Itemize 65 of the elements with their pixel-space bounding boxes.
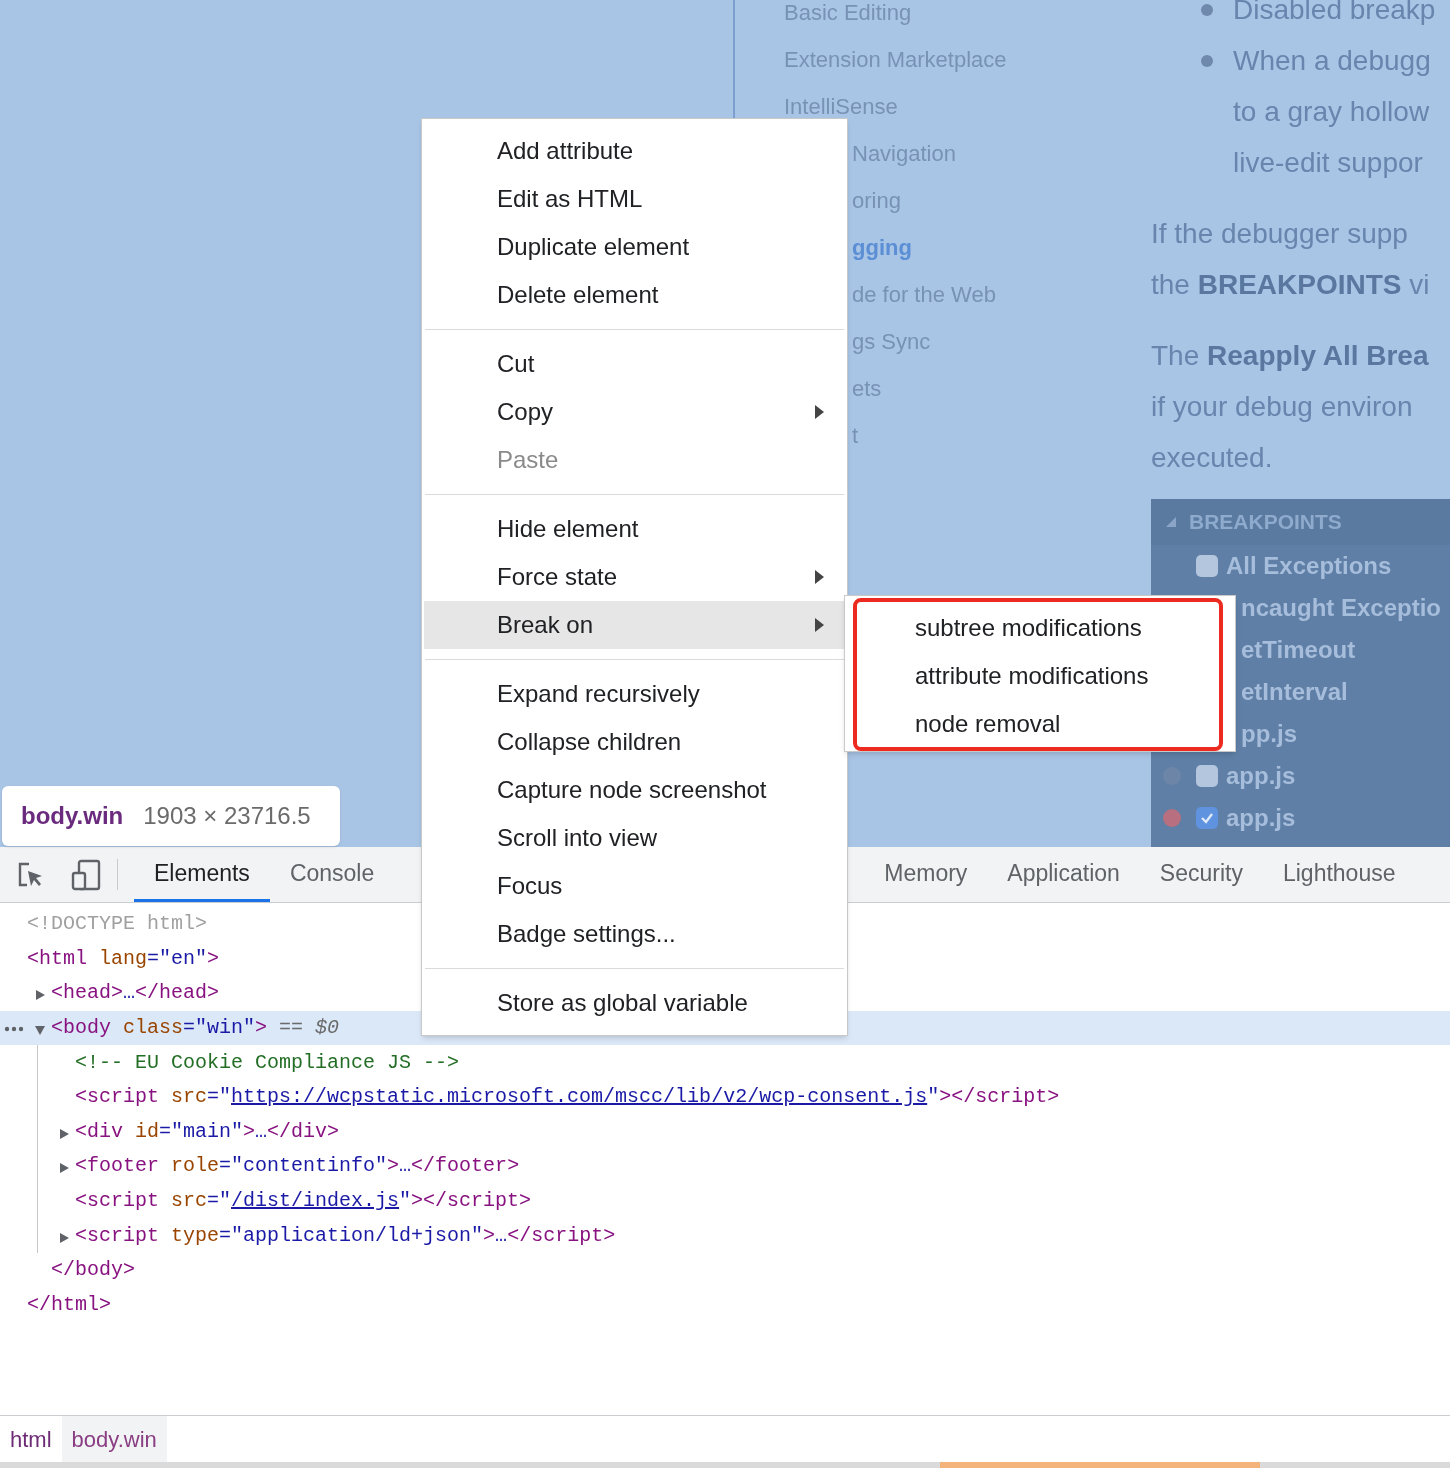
- code-line: <body class="win"> == $0: [51, 1015, 340, 1042]
- code-line: <!DOCTYPE html>: [27, 911, 208, 938]
- breakpoint-label: ncaught Exceptio: [1241, 593, 1442, 623]
- menu-item[interactable]: Add attribute: [424, 127, 845, 175]
- checkbox[interactable]: [1196, 807, 1218, 829]
- menu-item[interactable]: Duplicate element: [424, 223, 845, 271]
- devtools-tab[interactable]: Console: [269, 847, 395, 902]
- breadcrumb[interactable]: body.win: [61, 1416, 167, 1462]
- breakpoint-label: etTimeout: [1241, 635, 1356, 665]
- code-line: <html lang="en">: [27, 945, 220, 972]
- menu-item[interactable]: Capture node screenshot: [424, 766, 845, 814]
- tooltip-size: 1903 × 23716.5: [143, 801, 311, 831]
- menu-item[interactable]: Collapse children: [424, 718, 845, 766]
- breakpoint-label: etInterval: [1241, 677, 1348, 707]
- menu-item[interactable]: Edit as HTML: [424, 175, 845, 223]
- code-line: <script type="application/ld+json">…</script>: [75, 1222, 616, 1249]
- triangle-icon[interactable]: [58, 1127, 70, 1140]
- code-line: <div id="main">…</div>: [75, 1118, 340, 1145]
- tooltip-selector: body.win: [21, 801, 124, 831]
- device-icon[interactable]: [71, 858, 101, 891]
- devtools-tab[interactable]: Lighthouse: [1262, 847, 1416, 902]
- devtools-tab[interactable]: Security: [1139, 847, 1263, 902]
- triangle-icon[interactable]: [58, 1231, 70, 1244]
- breadcrumb[interactable]: html: [0, 1416, 62, 1462]
- breakpoint-label: pp.js: [1241, 719, 1297, 749]
- menu-item[interactable]: Break on: [424, 601, 845, 649]
- devtools-tab[interactable]: Memory: [864, 847, 988, 902]
- menu-item[interactable]: Hide element: [424, 505, 845, 553]
- body-paragraph: The Reapply All Brea if your debug environ executed.: [1151, 339, 1430, 475]
- menu-item[interactable]: Scroll into view: [424, 814, 845, 862]
- triangle-icon[interactable]: [34, 989, 46, 1002]
- body-paragraph: If the debugger supp the BREAKPOINTS vi: [1151, 217, 1431, 302]
- checkbox[interactable]: [1196, 765, 1218, 787]
- code-line: </html>: [27, 1291, 111, 1318]
- submenu-item[interactable]: node removal: [845, 700, 1235, 748]
- scrollbar[interactable]: [0, 1462, 1450, 1468]
- breakpoint-label: app.js: [1226, 761, 1296, 791]
- checkbox[interactable]: [1196, 555, 1218, 577]
- menu-item[interactable]: Focus: [424, 862, 845, 910]
- menu-item[interactable]: Expand recursively: [424, 670, 845, 718]
- triangle-icon[interactable]: [34, 1024, 46, 1037]
- menu-item[interactable]: Badge settings...: [424, 910, 845, 958]
- code-line: <footer role="contentinfo">…</footer>: [75, 1153, 520, 1180]
- code-line: <script src="/dist/index.js"></script>: [75, 1188, 532, 1215]
- code-line: <head>…</head>: [51, 980, 220, 1007]
- devtools-tab[interactable]: Application: [987, 847, 1140, 902]
- triangle-icon[interactable]: [58, 1162, 70, 1175]
- more-dots-icon[interactable]: [4, 1025, 24, 1032]
- code-line: </body>: [51, 1257, 135, 1284]
- scrollbar-thumb[interactable]: [940, 1462, 1260, 1468]
- menu-item[interactable]: Force state: [424, 553, 845, 601]
- submenu-item[interactable]: subtree modifications: [845, 604, 1235, 652]
- menu-item[interactable]: Cut: [424, 340, 845, 388]
- code-link[interactable]: /dist/index.js: [231, 1189, 400, 1213]
- code-link[interactable]: https://wcpstatic.microsoft.com/mscc/lib/v2/wcp-consent.js: [231, 1085, 928, 1109]
- breakpoint-label: All Exceptions: [1226, 551, 1392, 581]
- code-line: <script src="https://wcpstatic.microsoft.com/mscc/lib/v2/wcp-consent.js"></script>: [75, 1084, 1060, 1111]
- breakpoint-label: app.js: [1226, 803, 1296, 833]
- bullet-text: When a debugg to a gray hollow live-edit suppor: [1233, 44, 1431, 180]
- checkmark-icon: [1200, 811, 1214, 825]
- menu-item[interactable]: Delete element: [424, 271, 845, 319]
- code-line: <!-- EU Cookie Compliance JS -->: [75, 1049, 460, 1076]
- submenu-item[interactable]: attribute modifications: [845, 652, 1235, 700]
- menu-item[interactable]: Store as global variable: [424, 979, 845, 1027]
- menu-item[interactable]: Copy: [424, 388, 845, 436]
